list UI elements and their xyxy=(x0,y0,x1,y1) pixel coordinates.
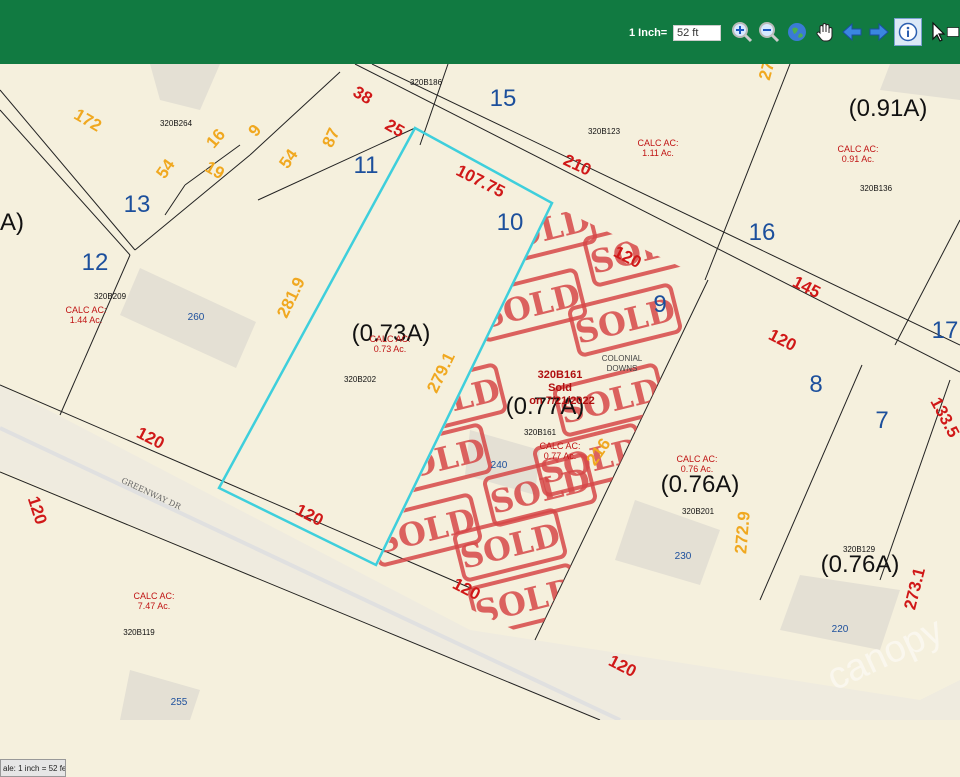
map-toolbar: 1 Inch= xyxy=(0,0,960,64)
zoom-out-icon[interactable] xyxy=(757,20,781,44)
depth-dimension: 19 xyxy=(202,157,228,183)
frontage-dimension: 25 xyxy=(382,115,408,141)
depth-dimension: 279.1 xyxy=(423,349,459,396)
parcel-id-label: 320B129 xyxy=(843,545,876,554)
back-arrow-icon[interactable] xyxy=(840,20,864,44)
depth-dimension: 27 xyxy=(755,64,778,82)
sold-stamp-text: SOLD xyxy=(382,430,489,491)
lot-number-label: 9 xyxy=(653,291,666,318)
lot-number-label: 13 xyxy=(124,191,151,218)
depth-dimension: 16 xyxy=(202,125,229,152)
frontage-dimension: 38 xyxy=(350,82,376,108)
calc-acreage-label: CALC AC: xyxy=(676,454,717,464)
parcel-id-label: 320B136 xyxy=(860,184,893,193)
pan-hand-icon[interactable] xyxy=(813,20,837,44)
lot-number-label: 16 xyxy=(749,219,776,246)
sold-stamp-text: SOLD xyxy=(472,570,579,631)
sold-stamp: SOLD xyxy=(378,423,492,497)
subdivision-label: DOWNS xyxy=(607,364,638,373)
lot-number-label: 15 xyxy=(490,85,517,112)
scale-label: 1 Inch= xyxy=(629,27,668,39)
parcel-id-label: 320B201 xyxy=(682,507,715,516)
acreage-label: A) xyxy=(0,209,24,236)
depth-dimension: 87 xyxy=(318,125,343,150)
calc-acreage-label: CALC AC: xyxy=(133,591,174,601)
frontage-dimension: 273.1 xyxy=(900,566,929,612)
partial-icon[interactable] xyxy=(946,20,960,44)
sold-note-date: on 7/21/2022 xyxy=(529,395,594,407)
depth-dimension: 172 xyxy=(71,105,105,136)
depth-dimension: 272.9 xyxy=(731,511,754,555)
acreage-label: (0.76A) xyxy=(661,471,740,498)
house-number-label: 240 xyxy=(491,460,508,471)
sold-stamp: SOLD xyxy=(583,213,697,287)
house-number-label: 230 xyxy=(675,551,692,562)
frontage-dimension: 120 xyxy=(134,423,168,453)
globe-icon[interactable] xyxy=(785,20,809,44)
calc-acreage-label: CALC AC: xyxy=(837,144,878,154)
calc-acreage-label: CALC AC: xyxy=(539,441,580,451)
acreage-label: (0.76A) xyxy=(821,551,900,578)
lot-number-label: 8 xyxy=(809,371,822,398)
calc-acreage-label: CALC AC: xyxy=(637,138,678,148)
parcel-id-label: 320B202 xyxy=(344,375,377,384)
scale-input[interactable] xyxy=(673,25,721,41)
sold-note-status: Sold xyxy=(548,382,572,394)
calc-acreage-label: CALC AC: xyxy=(65,305,106,315)
scale-bar: ale: 1 inch = 52 feet xyxy=(0,759,66,777)
calc-acreage-value: 0.91 Ac. xyxy=(842,154,875,164)
depth-dimension: 54 xyxy=(152,155,179,182)
lot-number-label: 12 xyxy=(82,249,109,276)
forward-arrow-icon[interactable] xyxy=(867,20,891,44)
info-icon[interactable] xyxy=(894,18,922,46)
depth-dimension: 54 xyxy=(275,145,302,172)
parcel-id-label: 320B209 xyxy=(94,292,127,301)
sold-note-parcel: 320B161 xyxy=(538,369,583,381)
parcel-id-label: 320B119 xyxy=(123,628,155,637)
lot-number-label: 10 xyxy=(497,209,524,236)
frontage-dimension: 120 xyxy=(766,325,800,355)
depth-dimension: 9 xyxy=(244,121,265,140)
house-number-label: 220 xyxy=(832,624,849,635)
parcel-id-label: 320B161 xyxy=(524,428,557,437)
house-number-label: 255 xyxy=(171,697,188,708)
calc-acreage-value: 1.11 Ac. xyxy=(642,148,674,158)
lot-number-label: 17 xyxy=(932,317,959,344)
parcel-id-label: 320B186 xyxy=(410,78,443,87)
lot-number-label: 7 xyxy=(875,407,888,434)
zoom-in-icon[interactable] xyxy=(730,20,754,44)
depth-dimension: 281.9 xyxy=(273,274,309,321)
sold-stamp-text: SOLD xyxy=(397,370,504,431)
frontage-dimension: 145 xyxy=(790,272,824,302)
subdivision-label: COLONIAL xyxy=(602,354,643,363)
frontage-dimension: 210 xyxy=(560,150,594,179)
lot-number-label: 11 xyxy=(354,152,379,179)
calc-acreage-label: CALC AC: xyxy=(369,334,410,344)
frontage-dimension: 107.75 xyxy=(453,161,508,202)
sold-stamp-text: SOLD xyxy=(587,220,694,281)
calc-acreage-value: 0.76 Ac. xyxy=(681,464,714,474)
parcel-id-label: 320B264 xyxy=(160,119,193,128)
acreage-label: (0.91A) xyxy=(849,95,928,122)
calc-acreage-value: 1.44 Ac. xyxy=(70,315,103,325)
parcel-map-canvas: SOLDSOLDSOLDSOLDSOLDSOLDSOLDSOLDSOLDSOLD… xyxy=(0,64,960,720)
calc-acreage-value: 0.73 Ac. xyxy=(374,344,407,354)
parcel-map[interactable]: SOLD SOLD SOLD SOLD SOLD SOLD SOLD SOLD SOLD SOLD… xyxy=(0,64,960,777)
parcel-id-label: 320B123 xyxy=(588,127,621,136)
calc-acreage-value: 7.47 Ac. xyxy=(138,601,171,611)
frontage-dimension: 120 xyxy=(24,494,51,527)
house-number-label: 260 xyxy=(188,312,205,323)
calc-acreage-value: 0.77 Ac. xyxy=(544,451,577,461)
